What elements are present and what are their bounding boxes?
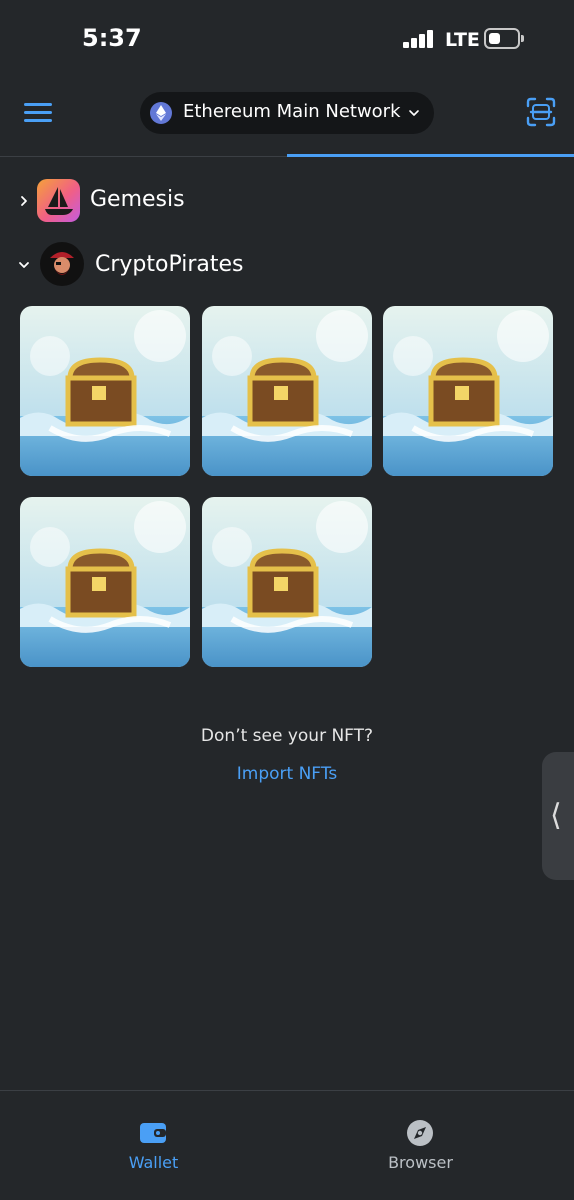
app-header: Ethereum Main Network: [0, 80, 574, 158]
bottom-navigation: Wallet Browser: [0, 1090, 574, 1200]
missing-nft-prompt: Don’t see your NFT?: [200, 726, 374, 746]
treasure-chest-image: [20, 306, 190, 476]
signal-icon: [403, 30, 435, 48]
hamburger-menu-icon[interactable]: [24, 103, 52, 123]
chevron-left-icon: ⟨: [550, 798, 562, 833]
opensea-ship-icon: [37, 179, 80, 222]
collection-name: CryptoPirates: [95, 252, 244, 277]
treasure-chest-image: [202, 497, 372, 667]
treasure-chest-image: [383, 306, 553, 476]
chevron-right-icon: [21, 196, 27, 206]
tab-browser[interactable]: Browser: [277, 1091, 564, 1200]
collection-row-cryptopirates[interactable]: CryptoPirates: [0, 242, 574, 288]
tab-wallet[interactable]: Wallet: [10, 1091, 297, 1200]
wallet-icon: [140, 1123, 166, 1143]
collection-row-gemesis[interactable]: Gemesis: [0, 178, 574, 224]
nft-tile[interactable]: [383, 306, 553, 476]
chevron-down-icon: [409, 110, 419, 116]
import-nfts-link[interactable]: Import NFTs: [0, 764, 574, 784]
browser-side-handle[interactable]: ⟨: [542, 752, 574, 880]
status-bar: 5:37 LTE: [0, 0, 574, 80]
tab-label: Wallet: [128, 1153, 179, 1172]
nft-tile[interactable]: [202, 306, 372, 476]
active-tab-indicator: [287, 154, 574, 157]
nft-tile[interactable]: [20, 306, 190, 476]
compass-icon: [407, 1120, 433, 1146]
qr-scan-icon[interactable]: [526, 97, 556, 127]
nft-tile[interactable]: [202, 497, 372, 667]
collection-name: Gemesis: [90, 187, 185, 212]
nft-tile[interactable]: [20, 497, 190, 667]
treasure-chest-image: [202, 306, 372, 476]
tab-label: Browser: [388, 1153, 453, 1172]
network-type-label: LTE: [445, 29, 480, 51]
network-name: Ethereum Main Network: [183, 101, 401, 122]
treasure-chest-image: [20, 497, 190, 667]
status-time: 5:37: [82, 24, 142, 52]
network-selector[interactable]: Ethereum Main Network: [140, 92, 434, 134]
ethereum-icon: [150, 102, 172, 124]
chevron-down-icon: [19, 262, 29, 268]
battery-icon: [484, 28, 524, 49]
nft-wallet-screen: 5:37 LTE Ethereum Main Network Gemesis C…: [0, 0, 574, 1200]
pirate-icon: [40, 242, 84, 286]
